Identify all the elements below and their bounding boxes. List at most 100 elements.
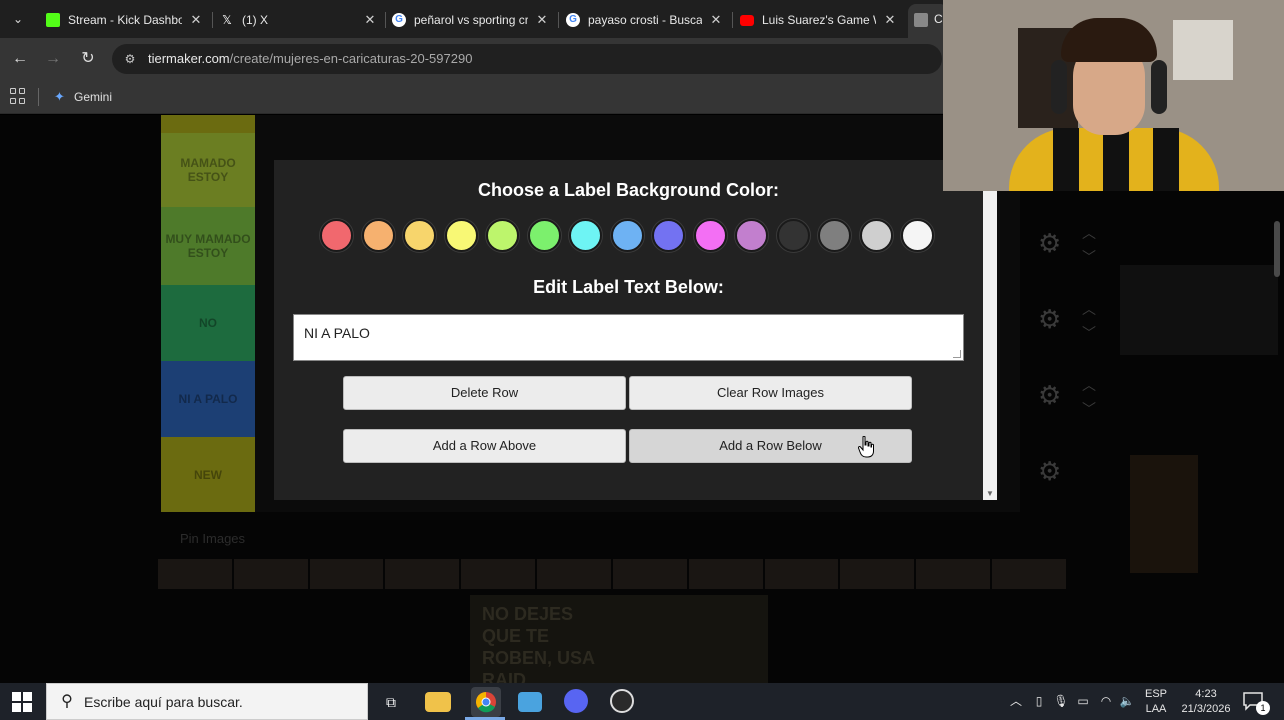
tab-close-icon[interactable]: ✕ [708, 6, 724, 34]
tray-app-icon[interactable]: ▯ [1031, 693, 1047, 709]
color-swatch[interactable] [859, 219, 893, 252]
color-swatch[interactable] [486, 219, 519, 252]
pool-image[interactable] [537, 559, 611, 589]
page-scroll-thumb[interactable] [1274, 221, 1280, 277]
pool-image[interactable] [992, 559, 1066, 589]
move-down-icon[interactable]: ﹀ [1082, 323, 1096, 343]
tab-title: peñarol vs sporting cristal [414, 13, 528, 27]
page-scrollbar[interactable] [1272, 215, 1282, 675]
color-swatch[interactable] [361, 219, 395, 252]
label-text-input[interactable]: NI A PALO [293, 314, 964, 361]
show-hidden-icons-icon[interactable]: ︿ [1008, 693, 1024, 709]
tab-penarol-search[interactable]: G peñarol vs sporting cristal ✕ [392, 6, 552, 34]
pool-image[interactable] [688, 559, 763, 589]
reload-icon[interactable]: ↻ [77, 48, 99, 70]
color-swatch[interactable] [818, 219, 851, 252]
pool-image[interactable] [840, 559, 915, 589]
color-swatch[interactable] [901, 219, 934, 252]
tier-label-muy-mamado[interactable]: MUY MAMADO ESTOY [161, 207, 255, 285]
obs-icon[interactable] [610, 689, 634, 713]
pool-image[interactable] [612, 559, 687, 589]
app-window-icon[interactable] [518, 692, 542, 712]
color-heading: Choose a Label Background Color: [477, 180, 780, 200]
pool-image[interactable] [461, 559, 536, 589]
tab-tiermaker-active[interactable]: C [908, 4, 948, 38]
color-swatch[interactable] [693, 219, 727, 252]
tab-kick-dashboard[interactable]: Stream - Kick Dashboard ✕ [46, 6, 206, 34]
color-swatch-row [320, 219, 940, 253]
pool-image[interactable] [309, 559, 384, 589]
file-explorer-icon[interactable] [425, 692, 451, 712]
task-view-icon[interactable]: ⧉ [377, 689, 405, 715]
image-pool-row [158, 559, 1066, 589]
url-text[interactable]: tiermaker.com/create/mujeres-en-caricatu… [148, 51, 472, 66]
move-up-icon[interactable]: ︿ [1082, 223, 1096, 243]
back-arrow-icon[interactable]: ← [9, 48, 31, 70]
color-swatch[interactable] [403, 219, 436, 252]
bookmark-label: Gemini [74, 90, 113, 104]
pool-image[interactable] [233, 559, 308, 589]
gear-icon[interactable]: ⚙ [1038, 229, 1066, 257]
address-bar[interactable]: ⚙ tiermaker.com/create/mujeres-en-carica… [112, 44, 942, 74]
volume-icon[interactable]: 🔈 [1119, 693, 1135, 709]
language-indicator[interactable]: ESP LAA [1140, 688, 1172, 716]
tier-image-thumbnail[interactable] [1130, 455, 1198, 573]
delete-row-button[interactable]: Delete Row [343, 376, 626, 410]
gear-icon[interactable]: ⚙ [1038, 457, 1066, 485]
pool-image[interactable] [916, 559, 991, 589]
move-up-icon[interactable]: ︿ [1082, 299, 1096, 319]
apps-grid-icon[interactable] [10, 88, 26, 104]
microphone-icon[interactable]: 🎙 [1053, 693, 1069, 709]
tab-payaso-search[interactable]: G payaso crosti - Buscar ✕ [566, 6, 726, 34]
bookmark-gemini[interactable]: ✦ Gemini [54, 88, 112, 106]
resize-handle-icon[interactable] [953, 350, 961, 358]
forward-arrow-icon[interactable]: → [42, 48, 64, 70]
tab-close-icon[interactable]: ✕ [534, 6, 550, 34]
battery-icon[interactable]: ▭ [1075, 693, 1091, 709]
move-down-icon[interactable]: ﹀ [1082, 399, 1096, 419]
color-swatch[interactable] [735, 219, 768, 252]
tab-close-icon[interactable]: ✕ [362, 6, 378, 34]
clock[interactable]: 4:23 21/3/2026 [1175, 688, 1237, 716]
gear-icon[interactable]: ⚙ [1038, 381, 1066, 409]
tab-close-icon[interactable]: ✕ [188, 6, 204, 34]
modal-scrollbar[interactable]: ▼ [983, 160, 997, 500]
tiermaker-favicon-icon [914, 13, 928, 27]
clear-row-images-button[interactable]: Clear Row Images [629, 376, 912, 410]
tier-label-mamado[interactable]: MAMADO ESTOY [161, 133, 255, 207]
pool-image[interactable] [158, 559, 232, 589]
tab-search-chevron-icon[interactable]: ⌄ [6, 8, 30, 30]
tab-youtube[interactable]: Luis Suarez's Game Winner ✕ [740, 6, 900, 34]
color-swatch[interactable] [776, 219, 810, 252]
chrome-taskbar-button[interactable] [471, 687, 501, 717]
tier-image-thumbnail[interactable] [1120, 265, 1278, 355]
pool-image[interactable] [385, 559, 460, 589]
add-row-above-button[interactable]: Add a Row Above [343, 429, 626, 463]
tier-label-top[interactable] [161, 115, 255, 133]
tier-label-new[interactable]: NEW [161, 437, 255, 512]
tab-close-icon[interactable]: ✕ [882, 6, 898, 34]
color-swatch[interactable] [444, 219, 478, 252]
color-swatch[interactable] [652, 219, 685, 252]
url-path: /create/mujeres-en-caricaturas-20-597290 [229, 51, 473, 66]
taskbar-search-box[interactable]: ⚲ Escribe aquí para buscar. [46, 683, 368, 720]
pool-image[interactable] [764, 559, 839, 589]
advertisement-banner[interactable]: NO DEJES QUE TE ROBEN, USA RAID [470, 595, 768, 683]
discord-icon[interactable] [564, 689, 588, 713]
gear-icon[interactable]: ⚙ [1038, 305, 1066, 333]
color-swatch[interactable] [527, 219, 561, 252]
wifi-icon[interactable]: ◠ [1098, 693, 1114, 709]
tier-label-no[interactable]: NO [161, 285, 255, 361]
pin-images-label[interactable]: Pin Images [180, 531, 245, 546]
scroll-down-icon[interactable]: ▼ [986, 489, 994, 498]
color-swatch[interactable] [569, 219, 602, 252]
tier-label-ni-a-palo[interactable]: NI A PALO [161, 361, 255, 437]
move-up-icon[interactable]: ︿ [1082, 375, 1096, 395]
color-swatch[interactable] [320, 219, 353, 252]
modal-scroll-thumb[interactable] [985, 192, 995, 482]
tab-x[interactable]: 𝕏 (1) X ✕ [220, 6, 380, 34]
site-settings-icon[interactable]: ⚙ [122, 51, 138, 67]
color-swatch[interactable] [610, 219, 644, 252]
move-down-icon[interactable]: ﹀ [1082, 247, 1096, 267]
windows-start-icon[interactable] [12, 692, 32, 712]
